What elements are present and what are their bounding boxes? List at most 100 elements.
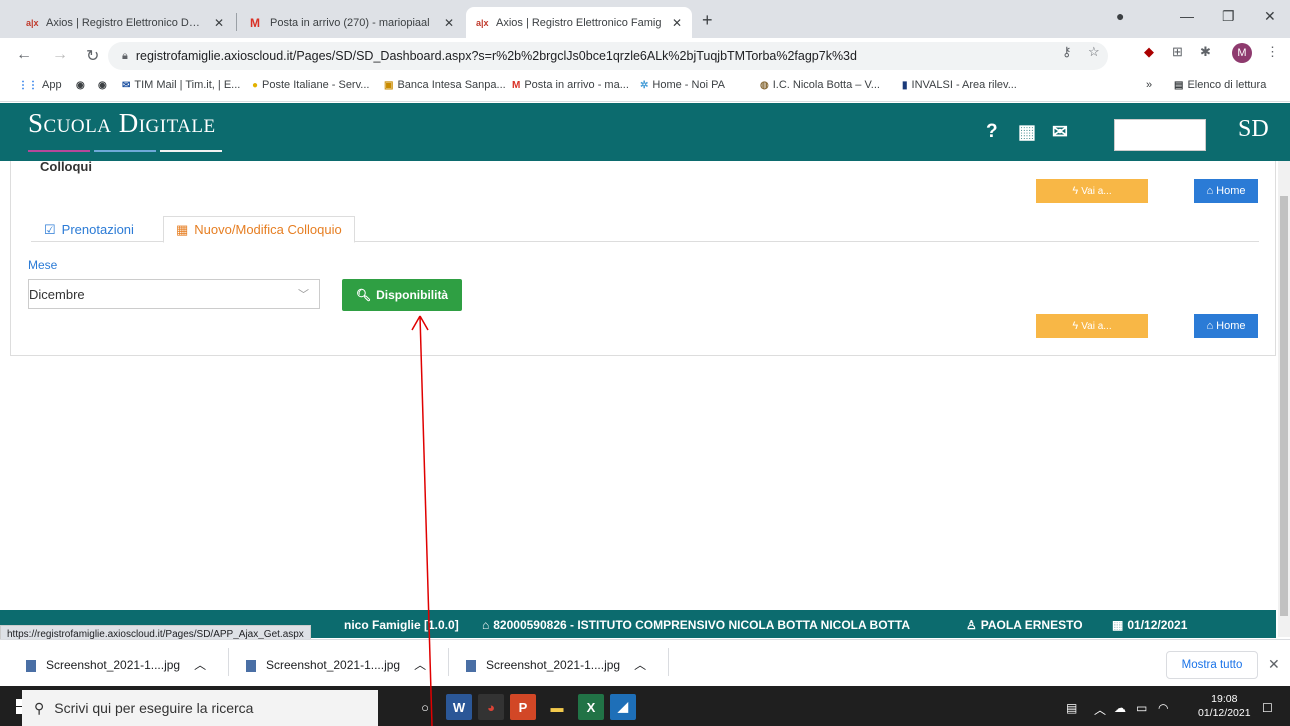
bookmark-globe-2[interactable]: ◉ xyxy=(98,79,111,91)
excel-icon[interactable]: X xyxy=(578,694,604,720)
bookmark-noipa[interactable]: ✲ Home - Noi PA xyxy=(640,79,725,91)
search-icon: ⚲ xyxy=(34,699,45,716)
minimize-icon[interactable]: — xyxy=(1180,8,1194,24)
cortana-icon[interactable]: ○ xyxy=(412,694,438,720)
chrome-menu-icon[interactable]: ● xyxy=(1116,8,1124,24)
chevron-down-icon: ﹀ xyxy=(298,289,309,301)
user-icon: ♙ xyxy=(966,618,977,632)
scrollbar-thumb[interactable] xyxy=(1280,196,1288,616)
photos-icon[interactable]: ◢ xyxy=(610,694,636,720)
chrome-icon[interactable]: ◕ xyxy=(478,694,504,720)
bookmark-tim-mail[interactable]: ✉ TIM Mail | Tim.it, | E... xyxy=(122,79,240,91)
pt-icon: ● xyxy=(252,80,259,91)
download-item-2[interactable]: Screenshot_2021-1....jpg ︿ xyxy=(246,656,426,673)
browser-tab-2[interactable]: M Posta in arrivo (270) - mariopiaal ✕ xyxy=(240,7,464,38)
building-icon[interactable]: ▦ xyxy=(1018,121,1036,144)
browser-tab-1[interactable]: a|x Axios | Registro Elettronico Docen ✕ xyxy=(16,7,234,38)
word-icon[interactable]: W xyxy=(446,694,472,720)
back-icon[interactable]: ← xyxy=(16,46,32,64)
footer-app-name: nico Famiglie [1.0.0] xyxy=(344,618,459,632)
maximize-icon[interactable]: ❐ xyxy=(1222,8,1235,25)
news-widget-icon[interactable]: ▤ xyxy=(1066,701,1077,715)
bookmark-star-icon[interactable]: ☆ xyxy=(1088,44,1100,60)
footer-school: ⌂ 82000590826 - ISTITUTO COMPRENSIVO NICO… xyxy=(482,618,910,632)
bookmark-invalsi[interactable]: ▮ INVALSI - Area rilev... xyxy=(902,79,1017,91)
reading-list-icon: ▤ xyxy=(1174,80,1184,91)
invalsi-icon: ▮ xyxy=(902,80,908,91)
download-separator xyxy=(448,648,449,676)
browser-menu-icon[interactable]: ⋮ xyxy=(1266,44,1279,60)
bookmark-globe-1[interactable]: ◉ xyxy=(76,79,89,91)
close-tab-icon[interactable]: ✕ xyxy=(444,16,454,30)
bookmark-apps[interactable]: ⋮⋮ App xyxy=(18,79,62,91)
download-item-3[interactable]: Screenshot_2021-1....jpg ︿ xyxy=(466,656,646,673)
battery-icon[interactable]: ▭ xyxy=(1136,701,1147,715)
close-tab-icon[interactable]: ✕ xyxy=(214,16,224,30)
mail-icon: ✉ xyxy=(122,80,131,91)
extensions-puzzle-icon[interactable]: ✱ xyxy=(1200,44,1211,60)
brand-underline xyxy=(28,141,226,155)
wifi-icon[interactable]: ◠ xyxy=(1158,701,1168,715)
footer-user: ♙ PAOLA ERNESTO xyxy=(966,618,1083,632)
tab-prenotazioni[interactable]: ☑ Prenotazioni xyxy=(32,216,146,243)
vai-a-button-bottom[interactable]: ϟ Vai a... xyxy=(1036,314,1148,338)
chevron-up-icon[interactable]: ︿ xyxy=(414,658,426,672)
disponibilita-button[interactable]: 🔍︎ Disponibilità xyxy=(342,279,462,311)
globe-icon: ◉ xyxy=(76,80,85,91)
image-file-icon xyxy=(26,659,36,672)
chevron-up-icon[interactable]: ︿ xyxy=(634,658,646,672)
lock-icon: 🔒︎ xyxy=(122,49,128,62)
grid-extension-icon[interactable]: ⊞ xyxy=(1172,44,1183,60)
bookmark-ic-nicola-botta[interactable]: ◍ I.C. Nicola Botta – V... xyxy=(760,79,880,91)
key-icon[interactable]: ⚷ xyxy=(1062,44,1072,60)
user-menu[interactable] xyxy=(1114,119,1206,151)
browser-tab-title: Axios | Registro Elettronico Famig xyxy=(496,16,662,29)
gmail-icon: M xyxy=(512,80,521,91)
brand-logo[interactable]: Scuola Digitale xyxy=(28,108,216,139)
notifications-icon[interactable]: ☐ xyxy=(1262,701,1273,715)
window-close-icon[interactable]: ✕ xyxy=(1264,8,1276,25)
taskbar-clock[interactable]: 19:08 01/12/2021 xyxy=(1198,692,1251,720)
footer-date: ▦ 01/12/2021 xyxy=(1112,618,1188,632)
tray-chevron-up-icon[interactable]: ︿ xyxy=(1094,701,1106,718)
bookmarks-overflow[interactable]: » xyxy=(1146,79,1152,91)
axios-favicon-icon: a|x xyxy=(476,17,489,28)
profile-avatar[interactable]: M xyxy=(1232,43,1252,63)
show-all-downloads-button[interactable]: Mostra tutto xyxy=(1166,651,1258,679)
taskbar-search-input[interactable]: ⚲ Scrivi qui per eseguire la ricerca xyxy=(22,690,378,726)
bookmark-posta-arrivo[interactable]: M Posta in arrivo - ma... xyxy=(512,79,629,91)
reading-list[interactable]: ▤ Elenco di lettura xyxy=(1174,79,1266,91)
chevron-up-icon[interactable]: ︿ xyxy=(194,658,206,672)
home-button-bottom[interactable]: ⌂ Home xyxy=(1194,314,1258,338)
file-explorer-icon[interactable]: ▬ xyxy=(544,694,570,720)
home-button-top[interactable]: ⌂ Home xyxy=(1194,179,1258,203)
mese-select[interactable]: Dicembre ﹀ xyxy=(28,279,320,309)
browser-tab-title: Axios | Registro Elettronico Docen xyxy=(46,16,206,29)
powerpoint-icon[interactable]: P xyxy=(510,694,536,720)
page-title: Colloqui xyxy=(40,159,92,174)
bookmark-poste[interactable]: ● Poste Italiane - Serv... xyxy=(252,79,369,91)
noipa-icon: ✲ xyxy=(640,80,649,91)
reload-icon[interactable]: ↻ xyxy=(86,46,99,66)
browser-tab-3[interactable]: a|x Axios | Registro Elettronico Famig ✕ xyxy=(466,7,692,38)
globe-icon: ◉ xyxy=(98,80,107,91)
image-file-icon xyxy=(246,659,256,672)
close-downloads-icon[interactable]: ✕ xyxy=(1268,656,1280,673)
tab-nuovo-modifica-colloquio[interactable]: ▦ Nuovo/Modifica Colloquio xyxy=(163,216,355,243)
download-separator xyxy=(228,648,229,676)
vai-a-button-top[interactable]: ϟ Vai a... xyxy=(1036,179,1148,203)
new-tab-button[interactable]: + xyxy=(702,10,713,31)
ublock-icon[interactable]: ◆ xyxy=(1144,44,1154,60)
envelope-icon[interactable]: ✉ xyxy=(1052,121,1068,144)
calendar-icon: ▦ xyxy=(176,221,189,237)
mese-selected-value: Dicembre xyxy=(29,287,85,302)
forward-icon[interactable]: → xyxy=(52,46,68,64)
download-item-1[interactable]: Screenshot_2021-1....jpg ︿ xyxy=(26,656,206,673)
bookmark-banca-intesa[interactable]: ▣ Banca Intesa Sanpa... xyxy=(384,79,506,91)
tab-separator xyxy=(236,13,237,31)
onedrive-icon[interactable]: ☁ xyxy=(1114,701,1126,715)
help-icon[interactable]: ? xyxy=(986,121,998,143)
close-tab-icon[interactable]: ✕ xyxy=(672,16,682,30)
url-input[interactable]: 🔒︎ registrofamiglie.axioscloud.it/Pages/… xyxy=(108,42,1108,70)
home-icon: ⌂ xyxy=(482,618,490,632)
